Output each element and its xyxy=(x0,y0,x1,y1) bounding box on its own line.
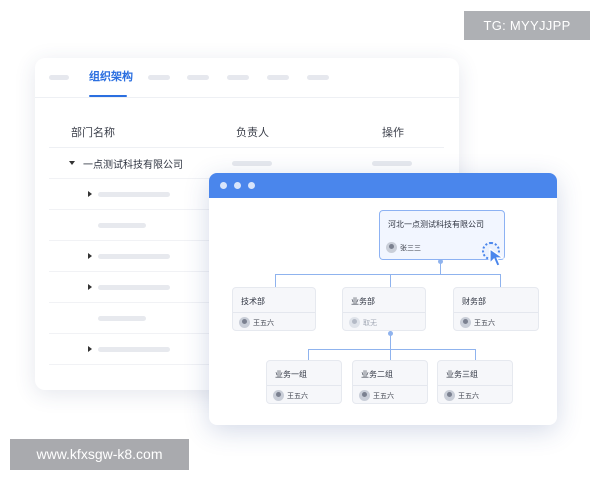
tab-placeholder[interactable] xyxy=(227,75,249,80)
caret-right-icon[interactable] xyxy=(88,191,92,197)
column-header-department: 部门名称 xyxy=(71,126,115,139)
placeholder-bar xyxy=(98,223,146,228)
node-person: 王五六 xyxy=(287,392,308,400)
card-divider xyxy=(438,385,512,386)
connector-line xyxy=(275,274,276,288)
card-divider xyxy=(267,385,341,386)
pointer-cursor-icon xyxy=(489,247,505,267)
avatar-icon xyxy=(273,390,284,401)
avatar-icon xyxy=(444,390,455,401)
org-node-business[interactable]: 业务部 取无 xyxy=(342,287,426,331)
avatar-icon xyxy=(460,317,471,328)
card-divider xyxy=(343,312,425,313)
tab-placeholder[interactable] xyxy=(49,75,69,80)
caret-right-icon[interactable] xyxy=(88,253,92,259)
avatar-icon xyxy=(359,390,370,401)
node-title: 技术部 xyxy=(241,297,265,306)
node-person: 王五六 xyxy=(474,319,495,327)
node-person: 张三三 xyxy=(400,244,421,252)
table-header: 部门名称 负责人 操作 xyxy=(49,116,444,148)
card-divider xyxy=(353,385,427,386)
caret-right-icon[interactable] xyxy=(88,346,92,352)
window-titlebar xyxy=(209,173,557,198)
node-title: 河北一点测试科技有限公司 xyxy=(388,220,484,229)
tab-placeholder[interactable] xyxy=(148,75,170,80)
avatar-icon xyxy=(386,242,397,253)
window-control-dot[interactable] xyxy=(248,182,255,189)
avatar-icon xyxy=(239,317,250,328)
caret-down-icon[interactable] xyxy=(69,161,75,165)
tab-active-indicator xyxy=(89,95,127,97)
org-node-finance[interactable]: 财务部 王五六 xyxy=(453,287,539,331)
card-divider xyxy=(454,312,538,313)
node-title: 业务三组 xyxy=(446,370,478,379)
org-node-tech[interactable]: 技术部 王五六 xyxy=(232,287,316,331)
placeholder-bar xyxy=(98,347,170,352)
connector-node xyxy=(388,331,393,336)
column-header-manager: 负责人 xyxy=(236,126,269,139)
window-control-dot[interactable] xyxy=(220,182,227,189)
card-divider xyxy=(233,312,315,313)
org-chart-window: 河北一点测试科技有限公司 张三三 技术部 王五六 业务部 取无 财务部 王五六 … xyxy=(209,173,557,425)
watermark-top-right: TG: MYYJJPP xyxy=(464,11,590,40)
watermark-bottom-left: www.kfxsgw-k8.com xyxy=(10,439,189,470)
window-control-dot[interactable] xyxy=(234,182,241,189)
placeholder-bar xyxy=(372,161,412,166)
node-title: 业务部 xyxy=(351,297,375,306)
tab-placeholder[interactable] xyxy=(187,75,209,80)
screenshot: 组织架构 部门名称 负责人 操作 一点测试科技有限公司 河北一点测试科技有限公司… xyxy=(0,0,600,480)
tab-bar: 组织架构 xyxy=(35,58,459,98)
tab-placeholder[interactable] xyxy=(267,75,289,80)
department-name: 一点测试科技有限公司 xyxy=(83,160,183,171)
avatar-icon xyxy=(349,317,360,328)
node-person: 王五六 xyxy=(373,392,394,400)
connector-line xyxy=(500,274,501,288)
node-person: 王五六 xyxy=(253,319,274,327)
placeholder-bar xyxy=(98,316,146,321)
placeholder-bar xyxy=(98,192,170,197)
org-node-business-group-2[interactable]: 业务二组 王五六 xyxy=(352,360,428,404)
node-person: 取无 xyxy=(363,319,377,327)
tab-placeholder[interactable] xyxy=(307,75,329,80)
connector-line xyxy=(308,349,476,350)
column-header-actions: 操作 xyxy=(382,126,404,139)
org-node-business-group-3[interactable]: 业务三组 王五六 xyxy=(437,360,513,404)
placeholder-bar xyxy=(98,254,170,259)
node-title: 业务一组 xyxy=(275,370,307,379)
connector-line xyxy=(390,274,391,288)
node-person: 王五六 xyxy=(458,392,479,400)
node-title: 业务二组 xyxy=(361,370,393,379)
tab-org-structure[interactable]: 组织架构 xyxy=(89,68,133,84)
placeholder-bar xyxy=(98,285,170,290)
node-title: 财务部 xyxy=(462,297,486,306)
placeholder-bar xyxy=(232,161,272,166)
connector-line xyxy=(275,274,501,275)
caret-right-icon[interactable] xyxy=(88,284,92,290)
org-node-business-group-1[interactable]: 业务一组 王五六 xyxy=(266,360,342,404)
